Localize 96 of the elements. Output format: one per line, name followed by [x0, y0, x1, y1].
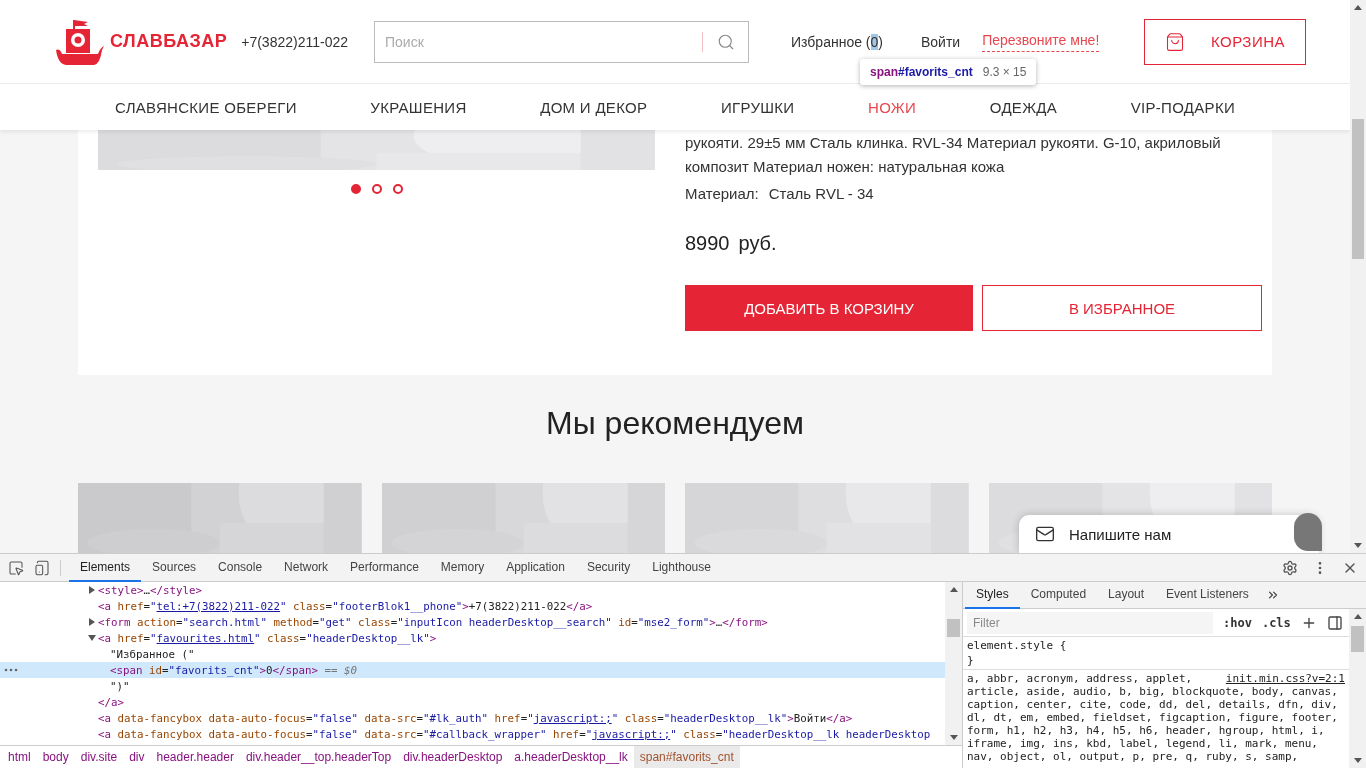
stylesheet-link[interactable]: init.min.css?v=2:1 [1225, 672, 1345, 685]
sidebar-toggle-icon[interactable] [1326, 614, 1343, 631]
material-label: Материал: [685, 184, 759, 204]
logo-text: СЛАВБАЗАР [110, 31, 228, 52]
hov-toggle[interactable]: :hov [1223, 615, 1252, 630]
css-selector-line: a, abbr, acronym, address, applet, [967, 672, 1193, 685]
scroll-down-icon[interactable] [949, 735, 958, 740]
price: 8990 [685, 231, 730, 256]
cls-toggle[interactable]: .cls [1261, 615, 1291, 630]
callback-link[interactable]: Перезвоните мне! [982, 31, 1100, 52]
slider-dot[interactable] [392, 184, 403, 194]
scrollbar-thumb[interactable] [1352, 119, 1364, 259]
slider-dot[interactable] [350, 184, 361, 194]
chat-widget[interactable]: Напишите нам [1019, 515, 1319, 553]
css-selector-line: nav, object, ol, output, p, pre, q, ruby, s, samp, [967, 750, 1300, 763]
breadcrumb-item[interactable]: html [2, 746, 37, 768]
inspect-icon[interactable] [8, 559, 24, 576]
code-link[interactable]: javascript:; [592, 727, 671, 741]
scrollbar-thumb[interactable] [947, 619, 960, 637]
slider-dot[interactable] [371, 184, 382, 194]
code-line[interactable]: <form action="search.html" method="get" class="inputIcon headerDesktop__search" id="mse2_form">…</form> [98, 615, 768, 629]
breadcrumb-item[interactable]: div.site [74, 746, 124, 768]
caret-right-icon[interactable] [89, 618, 95, 626]
code-line[interactable]: <style>…</style> [98, 583, 203, 597]
breadcrumb-item[interactable]: div [123, 746, 151, 768]
login-link[interactable]: Войти [921, 33, 961, 50]
nav-link[interactable]: ИГРУШКИ [720, 98, 795, 116]
devtools-tab[interactable]: Performance [339, 553, 430, 582]
favorites-count: 0 [870, 33, 879, 50]
breadcrumb-item[interactable]: div.header__top.headerTop [239, 746, 398, 768]
breadcrumb-item[interactable]: span#favorits_cnt [633, 746, 740, 768]
devtools-tab[interactable]: Memory [429, 553, 496, 582]
scroll-up-icon[interactable] [949, 587, 958, 592]
css-selector-line: caption, center, cite, code, dd, del, details, dfn, div, [967, 698, 1339, 711]
code-line[interactable]: <a data-fancybox data-auto-focus="false" data-src="#callback_wrapper" href="javascript:;" class="headerDesktop__lk headerDesktop [98, 727, 931, 741]
styles-tab[interactable]: Layout [1097, 581, 1156, 609]
code-line[interactable]: <a href="favourites.html" class="headerDesktop__lk"> [98, 631, 437, 645]
css-rule-line: } [967, 654, 975, 667]
devtools-tab[interactable]: Console [207, 553, 274, 582]
filter-field[interactable]: Filter [967, 611, 1213, 634]
scroll-up-icon[interactable] [1354, 5, 1362, 10]
code-link[interactable]: tel:+7(3822)211-022 [156, 599, 281, 613]
nav-link[interactable]: ДОМ И ДЕКОР [540, 98, 648, 116]
phone-number: +7(3822)211-022 [241, 33, 348, 50]
styles-tab[interactable]: Event Listeners [1155, 581, 1260, 609]
nav-link[interactable]: НОЖИ [868, 98, 917, 116]
product-description: рукояти. 29±5 мм Сталь клинка. RVL-34 Материал рукояти. G-10, акриловый композит Материал ножен: натуральная кожа [685, 133, 1222, 177]
breadcrumb-item[interactable]: div.headerDesktop [397, 746, 509, 768]
mail-icon [1035, 524, 1055, 544]
css-selector-line: dl, dt, em, embed, fieldset, figcaption, figure, footer, [967, 711, 1339, 724]
caret-right-icon[interactable] [89, 586, 95, 594]
css-rule-line: element.style { [967, 639, 1068, 652]
device-icon[interactable] [34, 559, 50, 576]
nav-link[interactable]: СЛАВЯНСКИЕ ОБЕРЕГИ [115, 98, 297, 116]
breadcrumb-item[interactable]: header.header [150, 746, 240, 768]
code-line[interactable]: ")" [110, 679, 130, 693]
devtools-tab[interactable]: Network [273, 553, 340, 582]
scroll-up-icon[interactable] [1353, 614, 1362, 619]
devtools-tab[interactable]: Application [495, 553, 576, 582]
code-line[interactable]: </a> [98, 695, 124, 709]
scroll-down-icon[interactable] [1353, 758, 1362, 763]
search-field[interactable]: Поиск [374, 20, 749, 63]
code-link[interactable]: favourites.html [156, 631, 255, 645]
add-to-favorites-button[interactable]: В ИЗБРАННОЕ [982, 285, 1262, 331]
scroll-down-icon[interactable] [1354, 543, 1362, 548]
tooltip-selector: span#favorits_cnt [870, 65, 973, 79]
devtools-tab[interactable]: Security [575, 553, 642, 582]
currency: руб. [738, 231, 777, 256]
ellipsis-icon[interactable] [4, 668, 18, 672]
code-line[interactable]: "Избранное (" [110, 647, 195, 661]
code-line[interactable]: <a data-fancybox data-auto-focus="false" data-src="#lk_auth" href="javascript:;" class="headerDesktop__lk">Войти</a> [98, 711, 853, 725]
bag-icon [1164, 31, 1185, 52]
nav-link[interactable]: ОДЕЖДА [989, 98, 1058, 116]
nav-link[interactable]: УКРАШЕНИЯ [370, 98, 467, 116]
section-title: Мы рекомендуем [545, 404, 805, 443]
material-value: Сталь RVL - 34 [768, 184, 874, 204]
tooltip-size: 9.3 × 15 [982, 65, 1027, 79]
breadcrumb-item[interactable]: body [36, 746, 75, 768]
breadcrumb-item[interactable]: a.headerDesktop__lk [508, 746, 634, 768]
settings-icon[interactable] [1282, 559, 1298, 576]
search-icon[interactable] [716, 32, 735, 51]
devtools-tab[interactable]: Lighthouse [641, 553, 722, 582]
code-link[interactable]: javascript:; [533, 711, 612, 725]
css-selector-line: article, aside, audio, b, big, blockquote, body, canvas, [967, 685, 1339, 698]
caret-down-icon[interactable] [88, 635, 96, 641]
cart-button[interactable]: КОРЗИНА [1144, 18, 1306, 65]
css-selector-line: iframe, img, ins, kbd, label, legend, li, mark, menu, [967, 737, 1319, 750]
favorites-link[interactable]: Избранное (0) [791, 33, 883, 50]
styles-tab[interactable]: Computed [1019, 581, 1098, 609]
chat-label: Напишите нам [1069, 525, 1172, 543]
code-line[interactable]: <a href="tel:+7(3822)211-022" class="footerBlok1__phone">+7(3822)211-022</a> [98, 599, 593, 613]
nav-link[interactable]: VIP-ПОДАРКИ [1130, 98, 1235, 116]
devtools-tab[interactable]: Sources [141, 553, 208, 582]
add-to-cart-button[interactable]: ДОБАВИТЬ В КОРЗИНУ [685, 285, 973, 331]
css-selector-line: form, h1, h2, h3, h4, h5, h6, header, hgroup, html, i, [967, 724, 1326, 737]
scrollbar-thumb[interactable] [1351, 626, 1364, 652]
